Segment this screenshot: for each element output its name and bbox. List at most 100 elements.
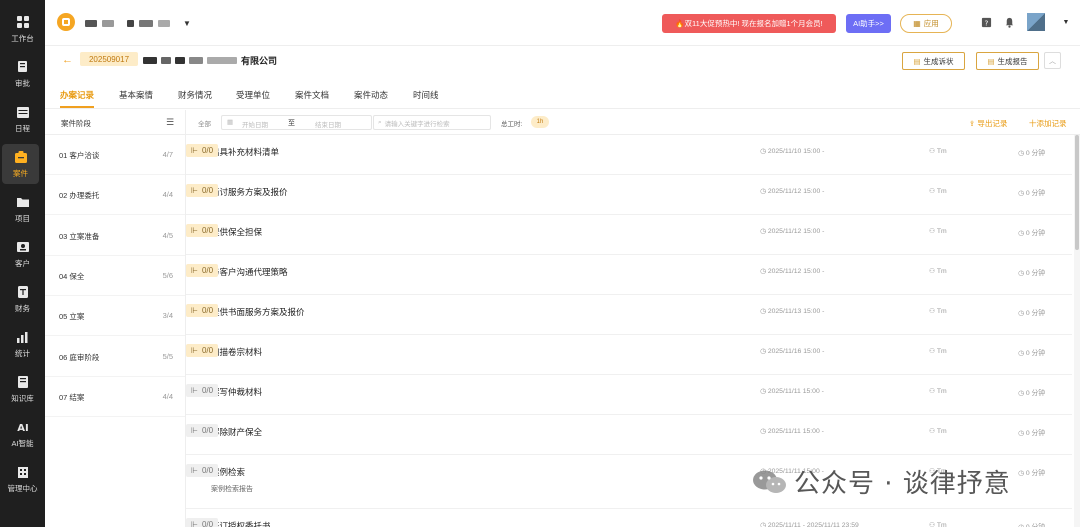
- record-time: ◷ 2025/11/11 15:00 -: [760, 427, 824, 435]
- stage-item[interactable]: 06 庭审阶段 5/5: [45, 337, 185, 377]
- stage-count: 4/7: [162, 150, 173, 159]
- user-icon: ⚇: [929, 268, 937, 275]
- tab-6[interactable]: 时间线: [413, 89, 439, 101]
- record-duration: ◷ 0 分钟: [1018, 147, 1045, 157]
- record-title[interactable]: 撰写仲裁材料: [211, 386, 262, 398]
- record-progress: 0/0: [201, 306, 214, 315]
- end-date-input[interactable]: 结束日期: [315, 119, 341, 129]
- record-progress-badge: ⊩ 0/0: [186, 144, 219, 157]
- tab-3[interactable]: 受理单位: [236, 89, 270, 101]
- collapse-button[interactable]: ︿: [1044, 52, 1061, 69]
- scrollbar-thumb[interactable]: [1075, 135, 1079, 250]
- record-duration-value: 0 分钟: [1025, 150, 1046, 157]
- record-owner: ⚇ Tm: [929, 227, 947, 235]
- sidebar-item-book[interactable]: 知识库: [0, 369, 45, 409]
- client-icon: [15, 239, 31, 255]
- stage-item[interactable]: 07 结案 4/4: [45, 377, 185, 417]
- clock-icon: ◷: [760, 308, 768, 315]
- sidebar-item-building[interactable]: 管理中心: [0, 459, 45, 499]
- record-title[interactable]: 商讨服务方案及报价: [211, 186, 288, 198]
- clock-icon: ◷: [1018, 430, 1026, 437]
- clock-icon: ◷: [760, 428, 768, 435]
- record-row: 出具补充材料清单 ⊩ 0/0 ◷ 2025/11/10 15:00 - ⚇ Tm ◷ 0 …: [186, 135, 1072, 175]
- apps-button[interactable]: ▦ 应用: [900, 14, 952, 33]
- record-row: 与客户沟通代理策略 ⊩ 0/0 ◷ 2025/11/12 15:00 - ⚇ Tm ◷ 0…: [186, 255, 1072, 295]
- record-duration: ◷ 0 分钟: [1018, 427, 1045, 437]
- sidebar-item-calendar[interactable]: 日程: [0, 99, 45, 139]
- generate-complaint-button[interactable]: ▤ 生成诉状: [902, 52, 965, 70]
- sidebar-item-client[interactable]: 客户: [0, 234, 45, 274]
- tab-0[interactable]: 办案记录: [60, 89, 95, 108]
- help-icon[interactable]: ?: [980, 16, 992, 28]
- record-duration: ◷ 0 分钟: [1018, 307, 1045, 317]
- ai-assistant-button[interactable]: AI助手>>: [846, 14, 891, 33]
- promo-banner[interactable]: 🔥双11大促预热中! 现在报名加赠1个月会员!: [662, 14, 836, 33]
- record-row: 提供书面服务方案及报价 ⊩ 0/0 ◷ 2025/11/13 15:00 - ⚇ Tm ◷…: [186, 295, 1072, 335]
- tab-5[interactable]: 案件动态: [354, 89, 388, 101]
- building-icon: [15, 464, 31, 480]
- tab-4[interactable]: 案件文档: [295, 89, 329, 101]
- sidebar-item-folder[interactable]: 项目: [0, 189, 45, 229]
- chevron-down-icon[interactable]: ▼: [1060, 16, 1072, 28]
- stage-item[interactable]: 04 保全 5/6: [45, 256, 185, 296]
- app-logo[interactable]: [57, 13, 75, 31]
- watermark-text: 公众号 · 谈律抒意: [794, 469, 1011, 499]
- stage-item[interactable]: 02 办理委托 4/4: [45, 175, 185, 216]
- calendar-icon: [15, 104, 31, 120]
- date-range-picker[interactable]: ▦ 开始日期 至 结束日期: [221, 115, 372, 130]
- add-record-button[interactable]: 十添加记录: [1029, 118, 1067, 129]
- record-owner-value: Tm: [936, 188, 947, 195]
- record-progress: 0/0: [201, 226, 214, 235]
- sidebar-item-grid[interactable]: 工作台: [0, 9, 45, 49]
- stage-item[interactable]: 03 立案准备 4/5: [45, 216, 185, 256]
- stage-item[interactable]: 05 立案 3/4: [45, 296, 185, 337]
- user-icon: ⚇: [929, 188, 937, 195]
- wechat-watermark: 公众号 · 谈律抒意: [752, 463, 1011, 500]
- record-title[interactable]: 扫描卷宗材料: [211, 346, 262, 358]
- subtask-icon: ⊩: [191, 466, 198, 475]
- search-input[interactable]: ⌕ 请输入关键字进行检索: [373, 115, 491, 130]
- chevron-down-icon[interactable]: ▼: [183, 19, 191, 28]
- record-progress: 0/0: [201, 266, 214, 275]
- total-hours-label: 总工时:: [501, 121, 523, 128]
- user-icon: ⚇: [929, 308, 937, 315]
- record-row: 解除财产保全 ⊩ 0/0 ◷ 2025/11/11 15:00 - ⚇ Tm ◷ 0 分钟: [186, 415, 1072, 455]
- generate-report-button[interactable]: ▤ 生成报告: [976, 52, 1039, 70]
- record-title[interactable]: 解除财产保全: [211, 426, 262, 438]
- record-progress: 0/0: [201, 186, 214, 195]
- sidebar-item-case[interactable]: 案件: [2, 144, 39, 184]
- export-records-button[interactable]: ⇪ 导出记录: [969, 118, 1007, 129]
- sidebar-item-label: 工作台: [11, 34, 34, 43]
- tab-2[interactable]: 财务情况: [178, 89, 212, 101]
- back-arrow-icon[interactable]: ←: [62, 54, 73, 66]
- org-switcher[interactable]: ▼: [85, 18, 191, 28]
- record-title[interactable]: 提供保全担保: [211, 226, 262, 238]
- record-title[interactable]: 出具补充材料清单: [211, 146, 279, 158]
- user-icon: ⚇: [929, 148, 937, 155]
- record-title[interactable]: 与客户沟通代理策略: [211, 266, 288, 278]
- sidebar-item-approval[interactable]: 审批: [0, 54, 45, 94]
- sidebar-item-stats[interactable]: 统计: [0, 324, 45, 364]
- menu-icon[interactable]: ☰: [166, 117, 174, 128]
- stage-name: 06 庭审阶段: [59, 352, 100, 362]
- record-title[interactable]: 签订授权委托书: [211, 520, 271, 527]
- record-owner: ⚇ Tm: [929, 267, 947, 275]
- record-time: ◷ 2025/11/12 15:00 -: [760, 187, 824, 195]
- user-avatar[interactable]: [1027, 13, 1045, 31]
- bell-icon[interactable]: [1003, 16, 1015, 28]
- clock-icon: ◷: [1018, 270, 1026, 277]
- clock-icon: ◷: [760, 188, 768, 195]
- generate-complaint-label: 生成诉状: [923, 56, 954, 66]
- sidebar-item-finance[interactable]: 财务: [0, 279, 45, 319]
- case-header: ← 202509017 有限公司 ▤ 生成诉状 ▤ 生成报告 ︿: [45, 46, 1080, 79]
- record-row: 商讨服务方案及报价 ⊩ 0/0 ◷ 2025/11/12 15:00 - ⚇ Tm ◷ 0…: [186, 175, 1072, 215]
- record-owner: ⚇ Tm: [929, 147, 947, 155]
- filter-all[interactable]: 全部: [198, 118, 211, 128]
- stage-count: 4/4: [162, 190, 173, 200]
- stage-item[interactable]: 01 客户洽谈 4/7: [45, 135, 185, 175]
- start-date-input[interactable]: 开始日期: [242, 119, 268, 129]
- record-title[interactable]: 提供书面服务方案及报价: [211, 306, 305, 318]
- tab-1[interactable]: 基本案情: [119, 89, 153, 101]
- record-subtitle: 案例检索报告: [211, 486, 253, 493]
- sidebar-item-ai[interactable]: AI AI智能: [0, 414, 45, 454]
